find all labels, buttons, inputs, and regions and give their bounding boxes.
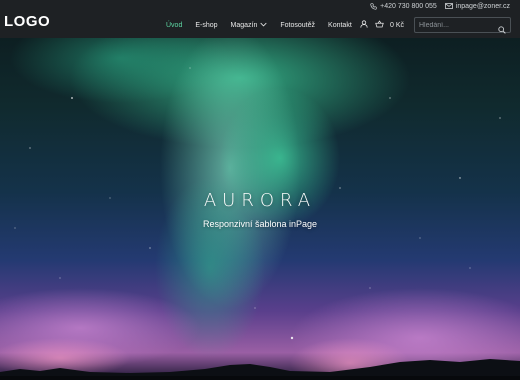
nav-item-label: Magazín (230, 21, 258, 29)
nav-item-uvod[interactable]: Úvod (166, 22, 182, 29)
search-icon[interactable] (498, 21, 506, 39)
nav-item-kontakt[interactable]: Kontakt (328, 22, 352, 29)
nav-item-fotosoutez[interactable]: Fotosoutěž (280, 22, 315, 29)
contact-bar: +420 730 800 055 inpage@zoner.cz (370, 1, 510, 11)
cart-total: 0 Kč (390, 21, 405, 29)
header-tools: 0 Kč (360, 17, 404, 33)
cart-button[interactable]: 0 Kč (375, 20, 404, 30)
email-address: inpage@zoner.cz (455, 2, 510, 10)
phone-number: +420 730 800 055 (380, 2, 437, 10)
nav-item-magazin[interactable]: Magazín (231, 22, 268, 29)
search-box (414, 17, 511, 34)
main-nav: Úvod E-shop Magazín Fotosoutěž Kontakt (166, 18, 365, 32)
phone-contact[interactable]: +420 730 800 055 (370, 3, 437, 10)
hero-banner: AURORA Responzivní šablona inPage (0, 38, 520, 380)
user-icon (360, 20, 368, 30)
nav-item-label: E-shop (195, 21, 218, 29)
hero-subtitle: Responzivní šablona inPage (202, 219, 318, 229)
site-header: LOGO +420 730 800 055 inpage@zoner.cz Úv… (0, 0, 520, 38)
nav-item-label: Úvod (166, 21, 183, 29)
phone-icon (370, 2, 377, 10)
email-contact[interactable]: inpage@zoner.cz (444, 2, 510, 10)
search-input[interactable] (415, 19, 495, 31)
envelope-icon (444, 3, 453, 9)
nav-item-label: Kontakt (328, 21, 352, 29)
logo[interactable]: LOGO (4, 14, 50, 29)
user-account-button[interactable] (360, 20, 368, 30)
hero-title: AURORA (203, 190, 317, 211)
nav-item-label: Fotosoutěž (280, 21, 316, 29)
chevron-down-icon (260, 22, 267, 29)
page: LOGO +420 730 800 055 inpage@zoner.cz Úv… (0, 0, 520, 380)
nav-item-eshop[interactable]: E-shop (195, 22, 217, 29)
basket-icon (375, 20, 384, 30)
